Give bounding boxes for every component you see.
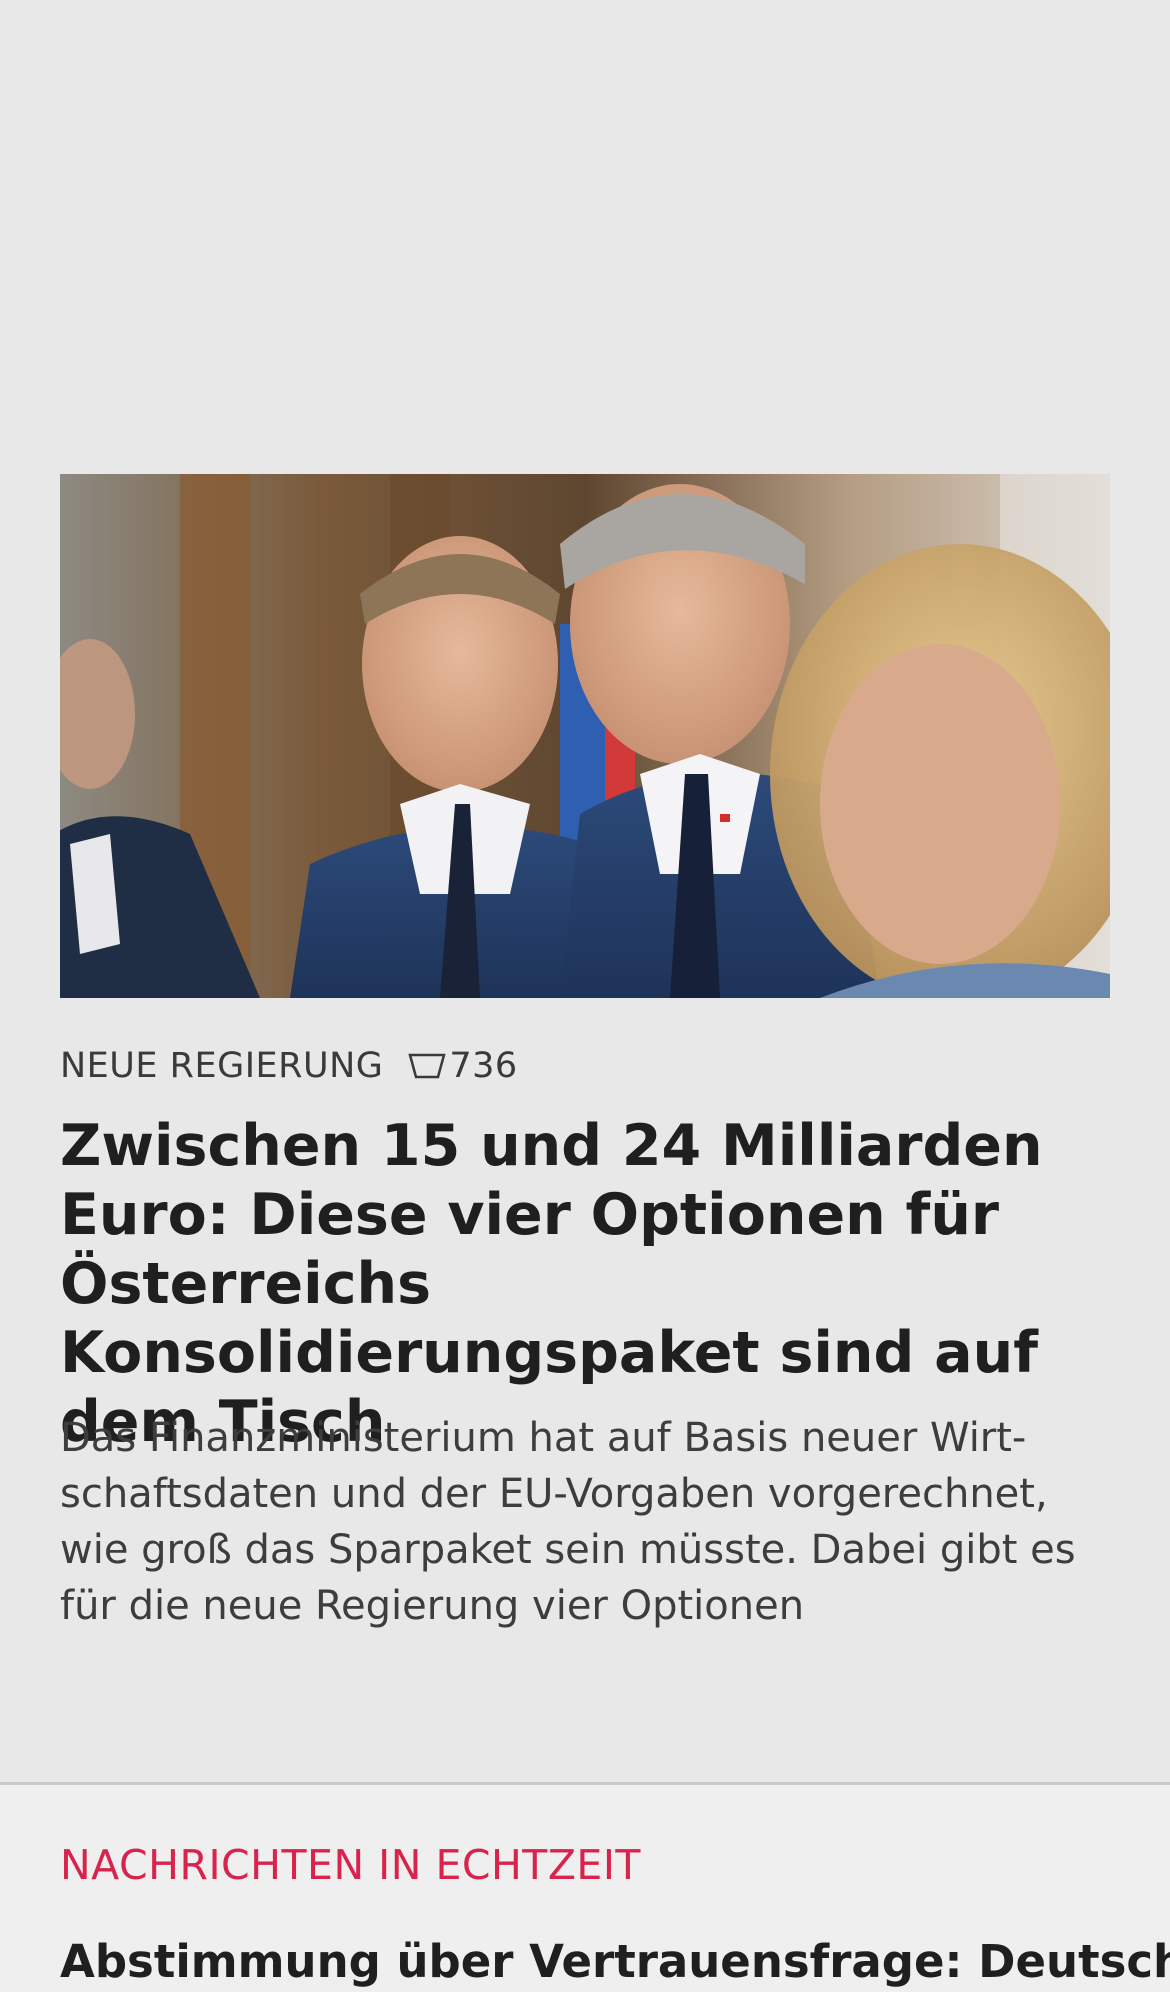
article-headline[interactable]: Zwischen 15 und 24 Milliarden Euro: Dies… [60,1112,1120,1457]
live-ticker-section: NACHRICHTEN IN ECHTZEIT Abstimmung über … [0,1785,1170,1992]
comment-count[interactable]: 736 [407,1046,517,1086]
article-meta: NEUE REGIERUNG 736 [60,1042,518,1090]
article-image[interactable] [60,474,1110,998]
article-photo [60,474,1110,998]
ticker-heading[interactable]: NACHRICHTEN IN ECHTZEIT [60,1841,641,1889]
ad-placeholder [0,0,1170,474]
comment-icon [408,1053,447,1079]
category-label[interactable]: NEUE REGIERUNG [60,1046,383,1086]
comment-count-value: 736 [449,1046,518,1086]
article-teaser[interactable]: NEUE REGIERUNG 736 Zwischen 15 und 24 Mi… [0,474,1170,1784]
ticker-item[interactable]: Abstimmung über Vertrauensfrage: Deutsch… [60,1935,1170,1988]
article-teaser-text: Das Finanzministerium hat auf Basis neue… [60,1415,1076,1629]
